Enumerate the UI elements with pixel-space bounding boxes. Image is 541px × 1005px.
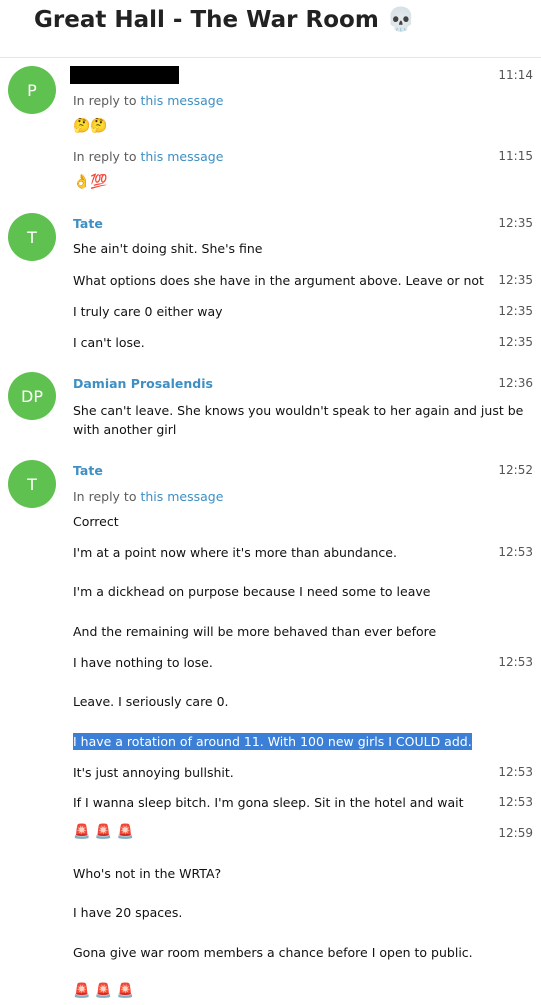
text-selection[interactable]: I have a rotation of around 11. With 100… [73,733,472,750]
reply-prefix: In reply to [73,93,137,108]
message-text: I can't lose. [73,335,145,350]
avatar-initials: P [27,80,37,100]
message-text: I have 20 spaces. [73,905,183,920]
avatar-initials: T [27,227,37,247]
message-text: If I wanna sleep bitch. I'm gona sleep. … [73,795,464,810]
chat-header: Great Hall - The War Room 💀 [0,0,541,58]
message-text: What options does she have in the argume… [73,273,484,288]
message-time: 12:59 [498,826,533,840]
reply-link[interactable]: this message [140,149,223,164]
sender-name[interactable]: Tate [73,463,103,478]
message-time: 12:52 [498,463,533,477]
message-text: I truly care 0 either way [73,304,223,319]
message-time: 12:35 [498,273,533,287]
reply-prefix: In reply to [73,489,137,504]
message-text: Correct [73,514,119,529]
message-time: 12:53 [498,765,533,779]
avatar[interactable]: T [8,460,56,508]
message-text: Leave. I seriously care 0. [73,694,229,709]
reply-reference: In reply to this message [73,93,223,108]
message-text: I'm a dickhead on purpose because I need… [73,584,431,599]
message-time: 12:53 [498,545,533,559]
avatar[interactable]: T [8,213,56,261]
redacted-sender-name [70,66,179,84]
siren-icons: 🚨 🚨 🚨 [73,983,135,999]
message-text: And the remaining will be more behaved t… [73,624,437,639]
message-time: 12:35 [498,216,533,230]
reply-prefix: In reply to [73,149,137,164]
message-time: 12:35 [498,304,533,318]
message-time: 12:35 [498,335,533,349]
message-text: Who's not in the WRTA? [73,866,222,881]
avatar[interactable]: P [8,66,56,114]
message-text: She ain't doing shit. She's fine [73,241,263,256]
message-text: She can't leave. She knows you wouldn't … [73,403,524,437]
reply-link[interactable]: this message [140,489,223,504]
chat-title: Great Hall - The War Room 💀 [34,6,415,33]
message-text: I'm at a point now where it's more than … [73,545,397,560]
message-time: 12:36 [498,376,533,390]
message-time: 12:53 [498,795,533,809]
message-time: 11:15 [498,149,533,163]
message-text: I have nothing to lose. [73,655,213,670]
message-time: 11:14 [498,68,533,82]
emoji-reactions: 🤔🤔 [73,118,108,134]
message-time: 12:53 [498,655,533,669]
message-text: Gona give war room members a chance befo… [73,945,473,960]
avatar-initials: T [27,474,37,494]
highlighted-message-text: I have a rotation of around 11. With 100… [73,733,472,750]
emoji-reactions: 👌💯 [73,174,108,190]
sender-name[interactable]: Tate [73,216,103,231]
siren-icons: 🚨 🚨 🚨 [73,824,135,840]
sender-name[interactable]: Damian Prosalendis [73,376,213,391]
avatar[interactable]: DP [8,372,56,420]
reply-reference: In reply to this message [73,149,223,164]
skull-icon: 💀 [386,7,416,33]
reply-reference: In reply to this message [73,489,223,504]
chat-title-text: Great Hall - The War Room [34,7,379,33]
avatar-initials: DP [21,386,43,406]
reply-link[interactable]: this message [140,93,223,108]
message-text: It's just annoying bullshit. [73,765,234,780]
